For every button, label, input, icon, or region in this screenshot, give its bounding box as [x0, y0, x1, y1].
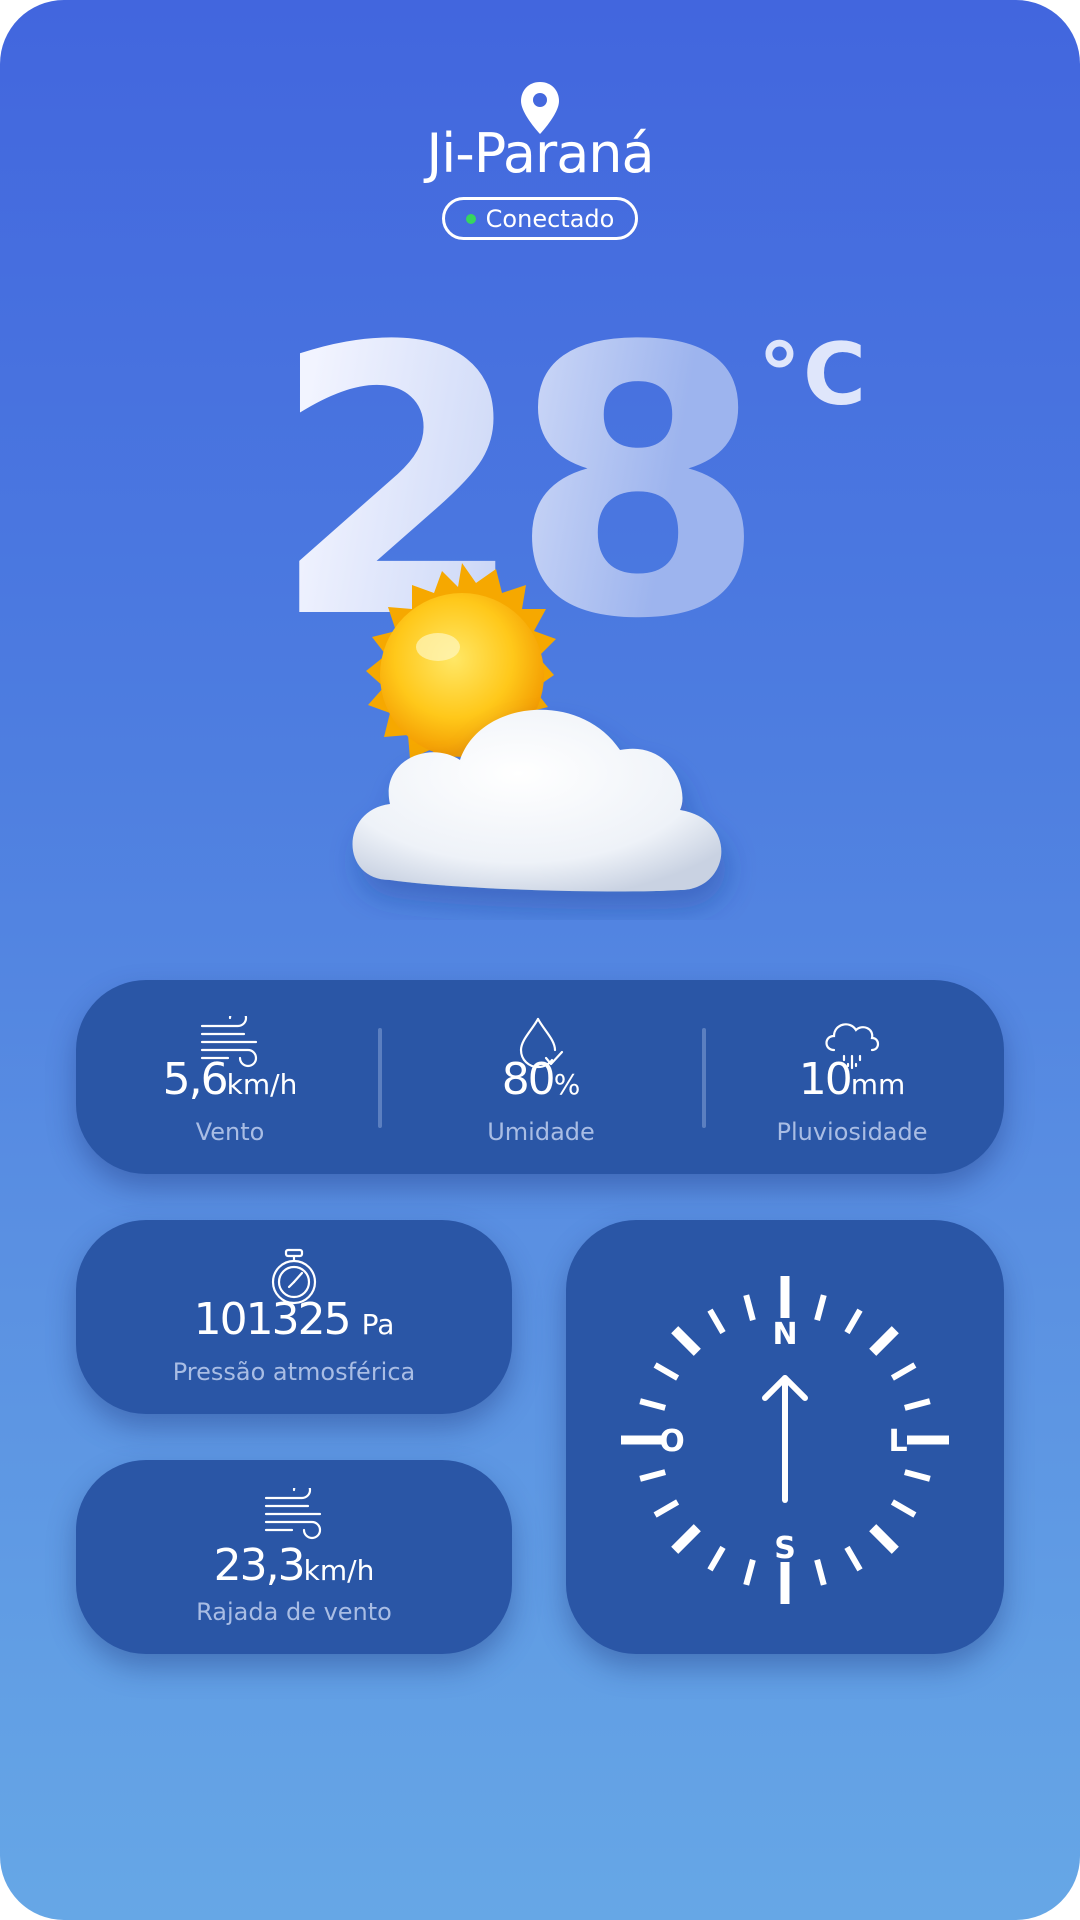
- wind-value: 5,6km/h: [162, 1054, 298, 1105]
- compass-tick: [743, 1559, 756, 1586]
- connection-status-badge: Conectado: [442, 197, 638, 240]
- stat-divider: [378, 1028, 382, 1128]
- gust-value: 23,3km/h: [213, 1540, 375, 1591]
- rain-value: 10mm: [798, 1054, 906, 1105]
- gust-stat: 23,3km/h Rajada de vento: [144, 1460, 444, 1654]
- compass-tick: [890, 1499, 917, 1518]
- humidity-stat: 80% Umidade: [391, 980, 691, 1174]
- compass-east-label: L: [888, 1424, 907, 1459]
- compass-tick: [869, 1326, 899, 1356]
- wind-direction-compass: N L S O: [566, 1220, 1004, 1654]
- pressure-card: 101325 Pa Pressão atmosférica: [76, 1220, 512, 1414]
- gust-label: Rajada de vento: [196, 1598, 392, 1626]
- compass-north-label: N: [772, 1317, 797, 1352]
- compass-tick: [844, 1308, 863, 1335]
- compass-tick: [869, 1524, 899, 1554]
- compass-tick: [639, 1398, 666, 1411]
- compass-rose-icon: N L S O: [621, 1276, 949, 1604]
- sun-behind-cloud-icon: [352, 563, 722, 892]
- pressure-value: 101325 Pa: [193, 1294, 395, 1345]
- compass-tick: [743, 1294, 756, 1321]
- rain-label: Pluviosidade: [776, 1118, 928, 1146]
- compass-tick: [904, 1469, 931, 1482]
- compass-tick: [653, 1362, 680, 1381]
- compass-tick: [904, 1398, 931, 1411]
- compass-tick: [707, 1545, 726, 1572]
- wind-label: Vento: [195, 1118, 265, 1146]
- wind-direction-arrow-icon: [762, 1375, 808, 1503]
- humidity-label: Umidade: [487, 1118, 595, 1146]
- compass-tick: [814, 1294, 827, 1321]
- compass-tick: [671, 1326, 701, 1356]
- weather-stats-card: 5,6km/h Vento 80% Umidade 10mm Pluviosid…: [76, 980, 1004, 1174]
- status-dot-icon: [465, 213, 476, 224]
- weather-screen: Ji-Paraná Conectado 28 °C 5,6km/h Vento …: [0, 0, 1080, 1920]
- compass-tick: [890, 1362, 917, 1381]
- humidity-value: 80%: [501, 1054, 581, 1105]
- compass-tick: [844, 1545, 863, 1572]
- compass-tick: [671, 1524, 701, 1554]
- pressure-label: Pressão atmosférica: [172, 1358, 416, 1386]
- wind-stat: 5,6km/h Vento: [80, 980, 380, 1174]
- wind-gust-card: 23,3km/h Rajada de vento: [76, 1460, 512, 1654]
- compass-tick: [653, 1499, 680, 1518]
- city-name: Ji-Paraná: [426, 122, 654, 185]
- compass-south-label: S: [774, 1531, 796, 1566]
- connection-status-label: Conectado: [485, 204, 615, 233]
- compass-tick: [639, 1469, 666, 1482]
- compass-tick: [814, 1559, 827, 1586]
- pressure-stat: 101325 Pa Pressão atmosférica: [144, 1220, 444, 1414]
- wind-icon: [264, 1488, 322, 1540]
- temperature-unit: °C: [758, 325, 869, 425]
- compass-tick: [707, 1308, 726, 1335]
- compass-west-label: O: [659, 1424, 685, 1459]
- rain-stat: 10mm Pluviosidade: [702, 980, 1002, 1174]
